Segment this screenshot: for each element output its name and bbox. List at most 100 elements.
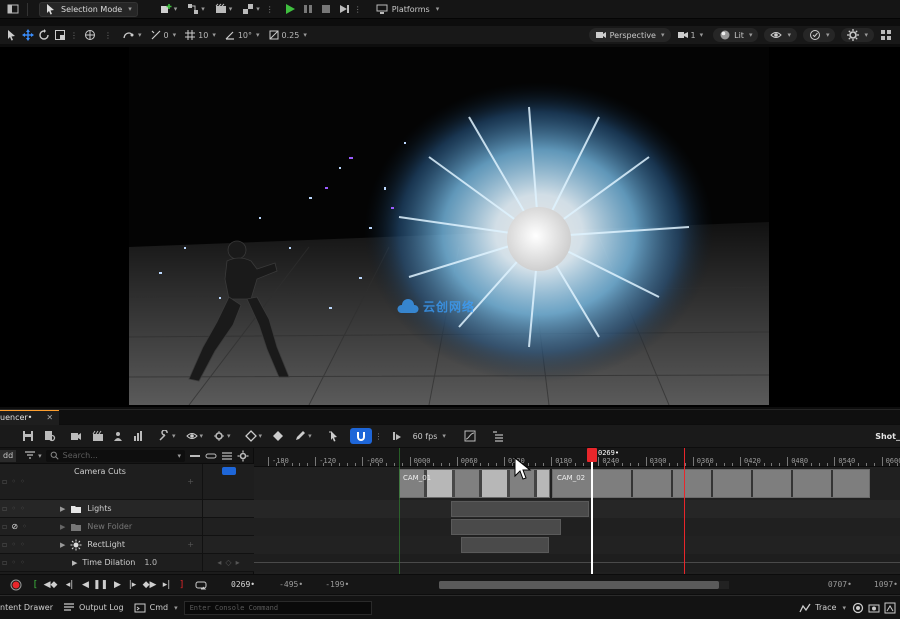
selection-mode-dropdown[interactable]: Selection Mode ▾ (39, 1, 138, 17)
view-mode-dropdown[interactable]: Lit ▾ (713, 28, 759, 42)
record-button[interactable] (10, 579, 22, 591)
playrate-icon[interactable] (391, 430, 403, 442)
previous-key-icon[interactable]: ◂| (64, 579, 75, 591)
play-icon[interactable]: ▶ (112, 579, 123, 591)
add-key-icon[interactable]: + (187, 477, 194, 486)
output-log-button[interactable]: Output Log (63, 602, 124, 614)
loop-icon[interactable] (195, 579, 207, 591)
jump-to-start-icon[interactable]: ◀◆ (44, 579, 58, 591)
content-drawer-button[interactable]: ntent Drawer (0, 603, 53, 612)
next-key-icon[interactable]: |▸ (127, 579, 138, 591)
source-control-icon[interactable] (852, 602, 864, 614)
close-icon[interactable]: ✕ (46, 413, 53, 422)
fps-dropdown[interactable]: 60 fps ▾ (413, 432, 446, 441)
time-ruler[interactable]: -180-120-0600000006001200180024003000360… (254, 448, 900, 467)
curve-editor-icon[interactable] (464, 430, 476, 442)
camera-section-cam02[interactable]: CAM_02 (552, 469, 870, 498)
lock-icon[interactable]: ▫ (2, 477, 7, 486)
key-type-dropdown[interactable]: ▾ (244, 430, 262, 442)
screenshot-icon[interactable] (868, 602, 880, 614)
range-start-field[interactable]: -495• (279, 580, 303, 589)
track-list-icon[interactable] (492, 430, 504, 442)
build-button[interactable]: ▾ (242, 3, 260, 15)
camera-settings-icon[interactable] (112, 430, 124, 442)
pause-button[interactable] (302, 3, 314, 15)
perspective-dropdown[interactable]: Perspective ▾ (588, 28, 671, 42)
stop-button[interactable] (320, 3, 332, 15)
add-actor-button[interactable]: ▾ (160, 3, 177, 15)
new-folder-section[interactable] (451, 519, 561, 535)
snap-toggle-button[interactable] (349, 428, 372, 444)
maximize-viewport-icon[interactable] (880, 29, 892, 41)
range-end-field[interactable]: 1097• (874, 580, 898, 589)
render-movie-icon[interactable] (70, 430, 82, 442)
translate-tool-icon[interactable] (22, 29, 34, 41)
pause-icon[interactable]: ❚❚ (93, 579, 108, 591)
expand-arrow-icon[interactable]: ▶ (60, 523, 65, 531)
timeline-scrollbar-track[interactable] (439, 580, 730, 589)
level-viewport[interactable]: 云创网络 (0, 47, 900, 407)
scalability-dropdown[interactable]: ▾ (802, 28, 836, 42)
camera-lock-icon[interactable] (221, 467, 236, 475)
derived-data-icon[interactable] (884, 602, 896, 614)
save-icon[interactable] (22, 430, 34, 442)
disabled-icon[interactable]: ⊘ (11, 522, 18, 531)
blueprint-button[interactable]: ▾ (187, 3, 205, 15)
list-icon[interactable] (221, 450, 233, 462)
show-flags-dropdown[interactable]: ▾ (764, 28, 797, 42)
tab-sequencer[interactable]: uencer• ✕ (0, 409, 60, 425)
toggle-tracks-icon[interactable] (205, 450, 217, 462)
playhead-line[interactable] (591, 448, 593, 574)
selection-tool-icon[interactable] (328, 430, 340, 442)
eye-icon[interactable]: ◦ (11, 477, 16, 486)
world-space-icon[interactable] (84, 29, 96, 41)
play-reverse-icon[interactable]: ◀ (80, 579, 91, 591)
track-row-camera-cuts[interactable]: ▫ ◦ ◦ Camera Cuts + (0, 464, 254, 500)
expand-arrow-icon[interactable]: ▶ (60, 505, 65, 513)
clapper-icon[interactable] (92, 430, 104, 442)
solo-icon[interactable]: ◦ (20, 477, 25, 486)
add-key-icon[interactable]: + (187, 540, 194, 549)
scale-tool-icon[interactable] (54, 29, 66, 41)
collapse-tracks-icon[interactable] (189, 450, 201, 462)
more-tools-icon[interactable]: ⋮ (70, 31, 78, 40)
time-dilation-value[interactable]: 1.0 (144, 558, 157, 567)
snap-options-icon[interactable]: ⋮ (375, 432, 383, 441)
eject-button[interactable] (338, 3, 350, 15)
more-options-icon[interactable]: ⋮ (266, 5, 274, 14)
add-key-icon[interactable]: ◇ (225, 558, 231, 567)
view-options-dropdown[interactable]: ▾ (185, 430, 203, 442)
playback-end-marker[interactable] (684, 448, 685, 574)
playback-options-dropdown[interactable]: ▾ (213, 430, 231, 442)
time-dilation-curve[interactable] (254, 562, 900, 563)
tools-dropdown[interactable]: ▾ (158, 430, 176, 442)
cmd-dropdown[interactable]: Cmd ▾ (134, 602, 178, 614)
rectlight-section[interactable] (461, 537, 549, 553)
playback-start-marker[interactable] (399, 448, 400, 574)
step-end-icon[interactable]: ▸| (161, 579, 172, 591)
track-row-time-dilation[interactable]: ▫ ◦ ◦ ▶ Time Dilation 1.0 ◂ ◇ ▸ (0, 554, 254, 572)
sequencer-timeline[interactable]: -180-120-0600000006001200180024003000360… (254, 448, 900, 574)
viewport-settings-dropdown[interactable]: ▾ (841, 28, 874, 42)
playhead-handle[interactable] (587, 448, 597, 462)
rotation-snap-button[interactable]: 0 ▾ (150, 29, 176, 41)
shot-breadcrumb[interactable]: Shot_ (875, 432, 900, 441)
settings-gear-icon[interactable] (237, 450, 249, 462)
timeline-scrollbar-thumb[interactable] (439, 580, 720, 589)
play-options-icon[interactable]: ⋮ (354, 5, 362, 14)
cinematics-button[interactable]: ▾ (215, 3, 232, 15)
more-options-icon[interactable]: ⋮ (104, 31, 112, 40)
set-end-icon[interactable]: ] (176, 579, 187, 591)
platforms-dropdown[interactable]: Platforms ▾ (376, 3, 439, 15)
actions-icon[interactable] (132, 430, 144, 442)
current-frame-field[interactable]: 0269• (231, 580, 255, 589)
jump-to-end-icon[interactable]: ◆▶ (143, 579, 157, 591)
surface-snap-button[interactable]: ▾ (122, 29, 142, 41)
edit-mode-dropdown[interactable]: ▾ (294, 430, 312, 442)
expand-arrow-icon[interactable]: ▶ (60, 541, 65, 549)
prev-key-icon[interactable]: ◂ (217, 558, 221, 567)
view-start-field[interactable]: -199• (325, 580, 349, 589)
lights-section[interactable] (451, 501, 589, 517)
find-in-content-icon[interactable] (44, 430, 56, 442)
hamburger-menu-icon[interactable] (4, 3, 22, 15)
